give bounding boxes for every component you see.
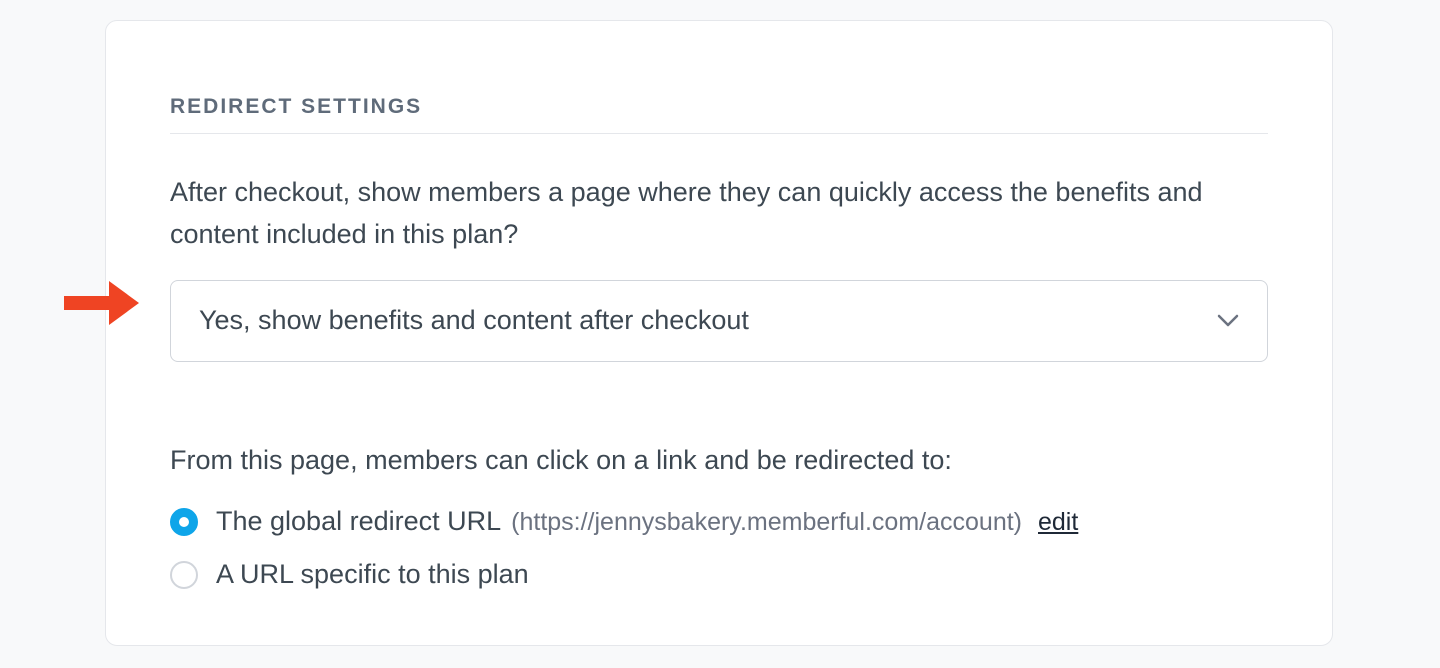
redirect-radio-group: The global redirect URL (https://jennysb… [170,506,1268,590]
edit-global-url-link[interactable]: edit [1038,508,1078,537]
radio-label-text: A URL specific to this plan [216,559,529,590]
section-title: REDIRECT SETTINGS [170,95,1268,134]
radio-option-specific[interactable]: A URL specific to this plan [170,559,1268,590]
chevron-down-icon [1217,310,1239,332]
radio-label-global: The global redirect URL (https://jennysb… [216,506,1078,537]
radio-circle-icon[interactable] [170,508,198,536]
radio-circle-icon[interactable] [170,561,198,589]
radio-label-specific: A URL specific to this plan [216,559,529,590]
redirect-intro-text: From this page, members can click on a l… [170,440,1268,481]
radio-label-text: The global redirect URL [216,506,501,537]
radio-option-global[interactable]: The global redirect URL (https://jennysb… [170,506,1268,537]
pointer-arrow-icon [61,276,143,330]
global-url-hint: (https://jennysbakery.memberful.com/acco… [511,508,1022,537]
benefits-select-wrapper: Yes, show benefits and content after che… [170,280,1268,362]
benefits-select[interactable]: Yes, show benefits and content after che… [170,280,1268,362]
benefits-question: After checkout, show members a page wher… [170,172,1268,256]
redirect-settings-card: REDIRECT SETTINGS After checkout, show m… [105,20,1333,646]
benefits-select-value: Yes, show benefits and content after che… [199,305,749,336]
